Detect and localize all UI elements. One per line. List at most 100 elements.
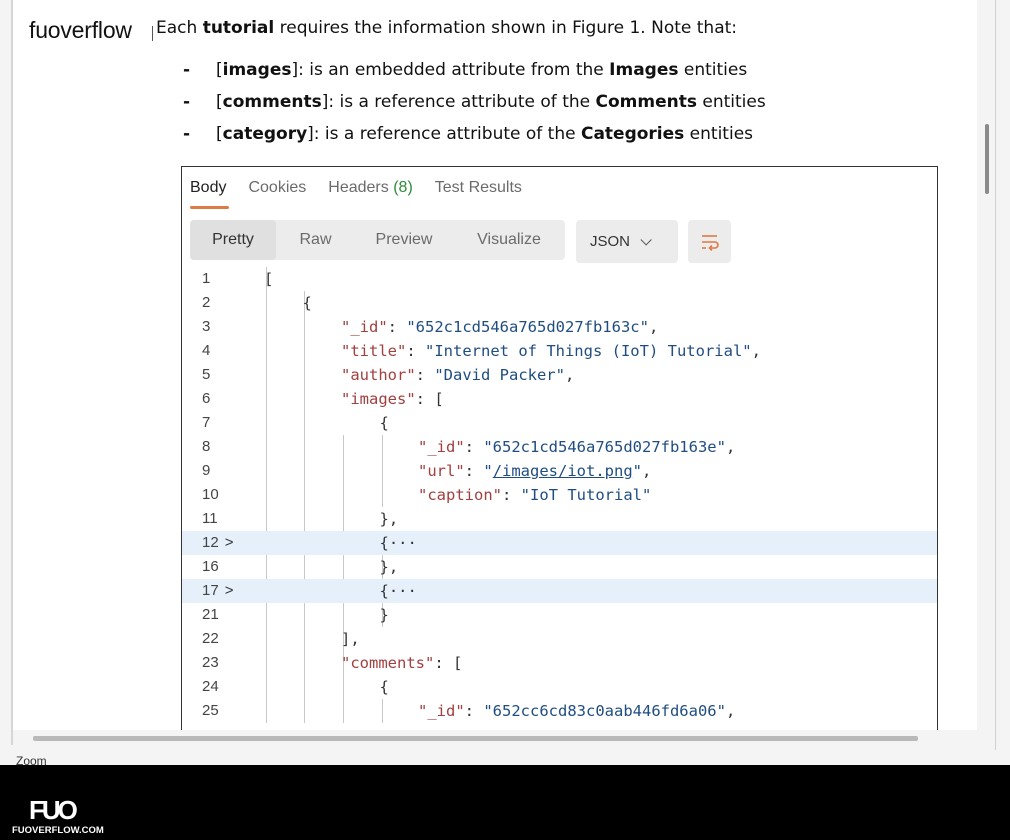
list-item: - [category]: is a reference attribute o… xyxy=(183,124,766,156)
footer-bar xyxy=(0,765,1010,840)
json-value: "IoT Tutorial" xyxy=(520,486,652,504)
json-punctuation: : xyxy=(502,486,521,504)
line-number: 3 xyxy=(202,318,211,335)
code-line: 21} xyxy=(182,603,937,627)
json-key: "images" xyxy=(341,390,416,408)
entity-name: Categories xyxy=(580,124,685,144)
text-cursor xyxy=(152,26,153,41)
code-text: }, xyxy=(380,555,399,579)
tab-body[interactable]: Body xyxy=(190,179,230,209)
code-text: ], xyxy=(341,627,360,651)
code-text: "author": "David Packer", xyxy=(341,363,574,387)
code-line: 2{ xyxy=(182,291,937,315)
wrap-lines-icon xyxy=(701,234,719,251)
note-end: entities xyxy=(678,60,748,80)
code-line: 6 "images": [ xyxy=(182,387,937,411)
json-punctuation: { xyxy=(379,414,389,432)
code-text: "images": [ xyxy=(341,387,444,411)
json-value[interactable]: /images/iot.png xyxy=(493,462,633,480)
json-punctuation: {··· xyxy=(379,534,417,552)
tab-headers[interactable]: Headers (8) xyxy=(328,179,413,197)
line-number: 24 xyxy=(202,678,219,695)
view-pretty-button[interactable]: Pretty xyxy=(190,220,276,260)
tab-test-results[interactable]: Test Results xyxy=(435,179,522,197)
code-line: 22], xyxy=(182,627,937,651)
json-value: "David Packer" xyxy=(434,366,565,384)
json-punctuation: { xyxy=(302,294,312,312)
list-item: - [images]: is an embedded attribute fro… xyxy=(183,60,766,92)
headers-count-badge: (8) xyxy=(393,179,413,196)
json-punctuation: , xyxy=(725,438,736,456)
code-text: "caption": "IoT Tutorial" xyxy=(418,483,651,507)
wrap-lines-button[interactable] xyxy=(688,220,731,263)
json-key: "url" xyxy=(418,462,465,480)
bracket: [ xyxy=(216,92,223,112)
view-raw-button[interactable]: Raw xyxy=(276,220,355,260)
line-number: 1 xyxy=(202,270,211,287)
code-text: "_id": "652c1cd546a765d027fb163c", xyxy=(341,315,658,339)
json-punctuation: ], xyxy=(341,630,360,648)
site-logo: FUO xyxy=(29,795,78,825)
code-text: }, xyxy=(380,507,399,531)
line-number: 8 xyxy=(202,438,211,455)
json-value: "652c1cd546a765d027fb163c" xyxy=(406,318,649,336)
json-punctuation: , xyxy=(725,702,736,720)
site-logo-text: FUOVERFLOW.COM xyxy=(12,825,104,836)
attr-name: comments xyxy=(222,92,322,112)
code-text: "comments": [ xyxy=(341,651,462,675)
format-select[interactable]: JSON xyxy=(576,220,678,263)
json-punctuation: : xyxy=(415,366,435,384)
list-item: - [comments]: is a reference attribute o… xyxy=(183,92,766,124)
json-punctuation: : [ xyxy=(415,390,444,408)
code-text: "_id": "652c1cd546a765d027fb163e", xyxy=(418,435,735,459)
code-line: 25 "_id": "652cc6cd83c0aab446fd6a06", xyxy=(182,699,937,723)
code-line: 10 "caption": "IoT Tutorial" xyxy=(182,483,937,507)
page-border-right xyxy=(995,0,996,750)
vertical-scrollbar[interactable] xyxy=(985,124,989,194)
page-border-left xyxy=(11,0,13,745)
view-visualize-button[interactable]: Visualize xyxy=(453,220,565,260)
fold-expand-icon[interactable]: > xyxy=(225,534,234,551)
format-select-value: JSON xyxy=(590,233,631,250)
entity-name: Comments xyxy=(595,92,697,112)
code-line: 5 "author": "David Packer", xyxy=(182,363,937,387)
code-text: "url": "/images/iot.png", xyxy=(418,459,651,483)
code-text: "_id": "652cc6cd83c0aab446fd6a06", xyxy=(418,699,735,723)
attr-name: images xyxy=(222,60,292,80)
code-text: { xyxy=(380,411,389,435)
bullet-dash: - xyxy=(183,92,191,112)
json-punctuation: : xyxy=(406,342,425,360)
json-punctuation: }, xyxy=(379,510,399,528)
code-line: 9 "url": "/images/iot.png", xyxy=(182,459,937,483)
json-value: " xyxy=(483,462,493,480)
json-key: "_id" xyxy=(418,438,465,456)
json-punctuation: [ xyxy=(264,270,274,288)
code-line: 8 "_id": "652c1cd546a765d027fb163e", xyxy=(182,435,937,459)
zoom-label: Zoom xyxy=(16,754,47,765)
line-number: 4 xyxy=(202,342,211,359)
json-punctuation: { xyxy=(379,678,389,696)
tab-cookies[interactable]: Cookies xyxy=(248,179,306,197)
entity-name: Images xyxy=(609,60,679,80)
json-punctuation: : xyxy=(464,702,484,720)
code-line: 1[ xyxy=(182,267,937,291)
bullet-dash: - xyxy=(183,124,191,144)
code-line: 24 { xyxy=(182,675,937,699)
fold-expand-icon[interactable]: > xyxy=(225,582,234,599)
json-punctuation: : xyxy=(464,438,484,456)
view-preview-button[interactable]: Preview xyxy=(355,220,453,260)
line-number: 5 xyxy=(202,366,211,383)
code-line: 12 > {··· xyxy=(182,531,937,555)
document-page: fuoverflow Each tutorial requires the in… xyxy=(11,0,977,730)
code-line: 17 > {··· xyxy=(182,579,937,603)
note-end: entities xyxy=(684,124,754,144)
line-number: 7 xyxy=(202,414,211,431)
json-punctuation: , xyxy=(751,342,761,360)
bullet-dash: - xyxy=(183,60,191,80)
line-number: 12 > xyxy=(202,534,234,551)
code-text: {··· xyxy=(380,531,417,555)
code-line: 3 "_id": "652c1cd546a765d027fb163c", xyxy=(182,315,937,339)
json-punctuation: , xyxy=(642,462,652,480)
bracket: [ xyxy=(216,124,223,144)
horizontal-scrollbar[interactable] xyxy=(33,736,918,741)
